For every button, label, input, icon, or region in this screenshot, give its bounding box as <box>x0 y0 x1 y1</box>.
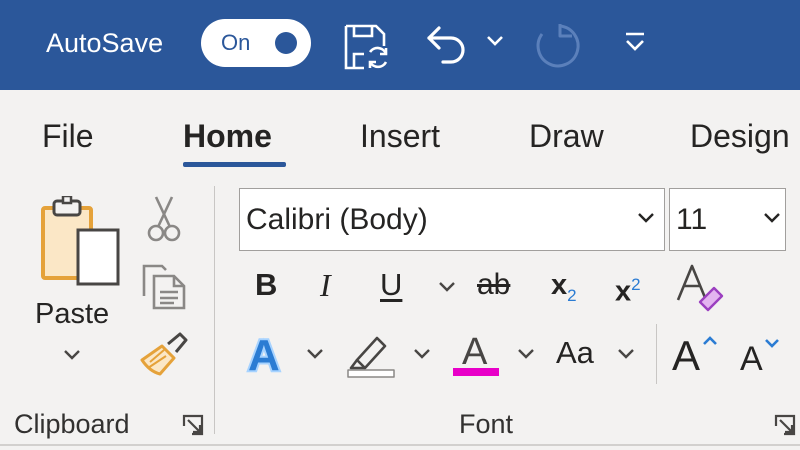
highlight-color-swatch <box>347 369 395 378</box>
active-tab-indicator <box>183 162 286 167</box>
underline-button[interactable]: U <box>380 268 402 302</box>
undo-icon[interactable] <box>425 22 471 77</box>
subscript-mark: 2 <box>567 285 577 305</box>
superscript-mark: 2 <box>631 275 641 294</box>
font-size-value: 11 <box>676 203 708 236</box>
subscript-button[interactable]: x2 <box>551 268 577 313</box>
clear-formatting-icon[interactable] <box>676 262 728 317</box>
superscript-base: x <box>615 275 632 308</box>
dialog-launcher-icon[interactable] <box>774 414 796 441</box>
paste-icon[interactable] <box>40 194 122 293</box>
tab-home[interactable]: Home <box>183 116 272 156</box>
underline-dropdown-icon[interactable] <box>437 280 457 299</box>
toggle-knob <box>275 32 297 54</box>
chevron-down-icon[interactable] <box>762 211 782 230</box>
superscript-button[interactable]: x2 <box>615 268 641 309</box>
save-icon[interactable] <box>342 22 392 77</box>
paste-dropdown-icon[interactable] <box>62 348 82 367</box>
grow-font-letter: A <box>672 332 700 376</box>
subscript-base: x <box>551 269 568 301</box>
text-effects-icon[interactable]: A <box>246 329 296 383</box>
tab-file[interactable]: File <box>42 116 94 156</box>
shrink-font-letter: A <box>740 340 763 378</box>
highlight-icon[interactable] <box>347 332 397 383</box>
font-color-icon[interactable]: A <box>452 330 502 383</box>
tab-design[interactable]: Design <box>690 116 790 156</box>
font-divider <box>656 324 657 384</box>
change-case-dropdown-icon[interactable] <box>616 347 636 366</box>
redo-icon <box>530 20 582 77</box>
format-painter-icon[interactable] <box>140 332 188 381</box>
font-name-value: Calibri (Body) <box>246 203 428 236</box>
chevron-down-icon[interactable] <box>636 211 656 230</box>
highlight-dropdown-icon[interactable] <box>412 347 432 366</box>
font-name-combobox[interactable]: Calibri (Body) <box>239 188 665 251</box>
autosave-state: On <box>221 30 251 55</box>
ribbon-bottom-border <box>0 444 800 446</box>
cut-icon[interactable] <box>146 195 182 248</box>
font-color-dropdown-icon[interactable] <box>516 347 536 366</box>
customize-quick-access-icon[interactable] <box>622 30 648 59</box>
shrink-font-icon[interactable]: A <box>740 336 786 383</box>
autosave-label: AutoSave <box>46 28 164 58</box>
dialog-launcher-icon[interactable] <box>182 414 204 441</box>
undo-dropdown-icon[interactable] <box>485 34 505 53</box>
change-case-button[interactable]: Aa <box>556 336 594 370</box>
font-size-combobox[interactable]: 11 <box>669 188 786 251</box>
italic-button[interactable]: I <box>320 268 331 302</box>
autosave-toggle[interactable]: On <box>201 19 311 67</box>
font-color-letter: A <box>462 331 488 373</box>
paste-label[interactable]: Paste <box>35 297 109 331</box>
grow-font-icon[interactable]: A <box>672 330 726 381</box>
font-color-swatch <box>453 368 499 376</box>
clipboard-group-label: Clipboard <box>14 409 130 439</box>
tab-draw[interactable]: Draw <box>529 116 604 156</box>
copy-icon[interactable] <box>140 262 188 315</box>
text-effects-dropdown-icon[interactable] <box>305 347 325 366</box>
font-group-label: Font <box>459 409 514 439</box>
text-effects-letter: A <box>248 331 280 378</box>
tab-insert[interactable]: Insert <box>360 116 440 156</box>
bold-button[interactable]: B <box>255 268 277 302</box>
strikethrough-button[interactable]: ab <box>477 268 510 302</box>
group-divider <box>214 186 215 434</box>
